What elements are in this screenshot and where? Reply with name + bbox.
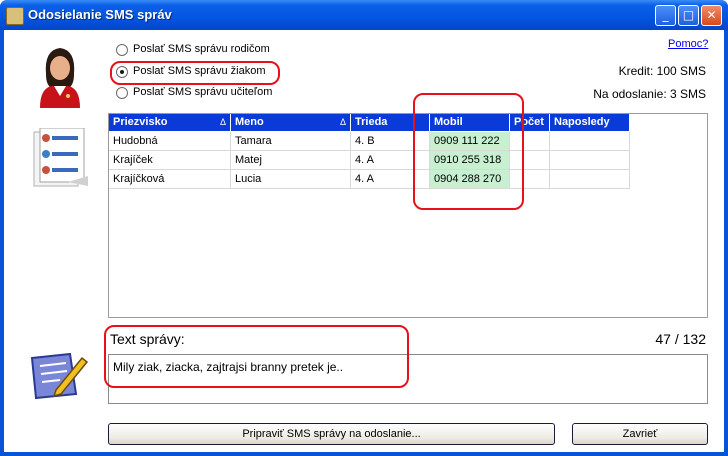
radio-students[interactable] bbox=[116, 66, 128, 78]
help-link[interactable]: Pomoc? bbox=[668, 38, 708, 50]
user-avatar-icon bbox=[40, 48, 80, 108]
window-title: Odosielanie SMS správ bbox=[28, 7, 172, 22]
table-cell[interactable]: Krajíčková bbox=[109, 170, 231, 189]
column-header-mobil[interactable]: Mobil bbox=[430, 114, 510, 131]
edit-message-icon bbox=[30, 352, 88, 400]
table-cell[interactable]: Matej bbox=[231, 151, 351, 170]
table-cell[interactable]: 4. A bbox=[351, 170, 430, 189]
column-header-naposledy[interactable]: Naposledy bbox=[550, 114, 630, 131]
table-cell[interactable]: Hudobná bbox=[109, 132, 231, 151]
table-cell[interactable]: Lucia bbox=[231, 170, 351, 189]
radio-teachers-label[interactable]: Poslať SMS správu učiteľom bbox=[133, 86, 272, 98]
table-cell[interactable]: 4. A bbox=[351, 151, 430, 170]
table-cell[interactable]: Krajíček bbox=[109, 151, 231, 170]
table-cell[interactable] bbox=[510, 170, 550, 189]
close-window-button[interactable]: ✕ bbox=[701, 5, 722, 26]
prepare-sms-button[interactable]: Pripraviť SMS správy na odoslanie... bbox=[108, 423, 555, 445]
table-cell[interactable] bbox=[550, 151, 630, 170]
sort-icon: Δ bbox=[339, 117, 346, 127]
radio-students-label[interactable]: Poslať SMS správu žiakom bbox=[133, 65, 266, 77]
mobile-cell[interactable]: 0910 255 318 bbox=[430, 151, 510, 170]
table-cell[interactable]: 4. B bbox=[351, 132, 430, 151]
column-header-pocet[interactable]: Počet bbox=[510, 114, 550, 131]
message-label: Text správy: bbox=[110, 331, 185, 347]
column-header-priezvisko[interactable]: Priezvisko Δ bbox=[109, 114, 231, 131]
mobile-cell[interactable]: 0909 111 222 bbox=[430, 132, 510, 151]
table-cell[interactable] bbox=[510, 151, 550, 170]
column-header-trieda[interactable]: Trieda bbox=[351, 114, 430, 131]
message-text: Mily ziak, ziacka, zajtrajsi branny pret… bbox=[113, 360, 344, 374]
title-bar[interactable]: Odosielanie SMS správ _ □ ✕ bbox=[0, 0, 728, 30]
radio-parents[interactable] bbox=[116, 44, 128, 56]
credit-text: Kredit: 100 SMS bbox=[618, 64, 706, 78]
character-counter: 47 / 132 bbox=[655, 331, 706, 347]
close-button[interactable]: Zavrieť bbox=[572, 423, 708, 445]
maximize-button[interactable]: □ bbox=[678, 5, 699, 26]
message-textarea[interactable]: Mily ziak, ziacka, zajtrajsi branny pret… bbox=[108, 354, 708, 404]
minimize-button[interactable]: _ bbox=[655, 5, 676, 26]
table-cell[interactable] bbox=[510, 132, 550, 151]
sms-window: Odosielanie SMS správ _ □ ✕ Poslať SMS s… bbox=[0, 0, 728, 456]
to-send-count: Na odoslanie: 3 SMS bbox=[593, 87, 706, 101]
contacts-list-icon bbox=[33, 128, 88, 187]
table-cell[interactable]: Tamara bbox=[231, 132, 351, 151]
app-icon bbox=[6, 7, 24, 25]
column-header-meno[interactable]: Meno Δ bbox=[231, 114, 351, 131]
students-grid[interactable]: Priezvisko Δ Meno Δ Trieda Mobil Počet Nap… bbox=[108, 113, 708, 318]
table-cell[interactable] bbox=[550, 170, 630, 189]
table-cell[interactable] bbox=[550, 132, 630, 151]
sort-icon: Δ bbox=[219, 117, 226, 127]
mobile-cell[interactable]: 0904 288 270 bbox=[430, 170, 510, 189]
radio-parents-label[interactable]: Poslať SMS správu rodičom bbox=[133, 43, 270, 55]
radio-selected-dot bbox=[120, 70, 124, 74]
radio-teachers[interactable] bbox=[116, 87, 128, 99]
